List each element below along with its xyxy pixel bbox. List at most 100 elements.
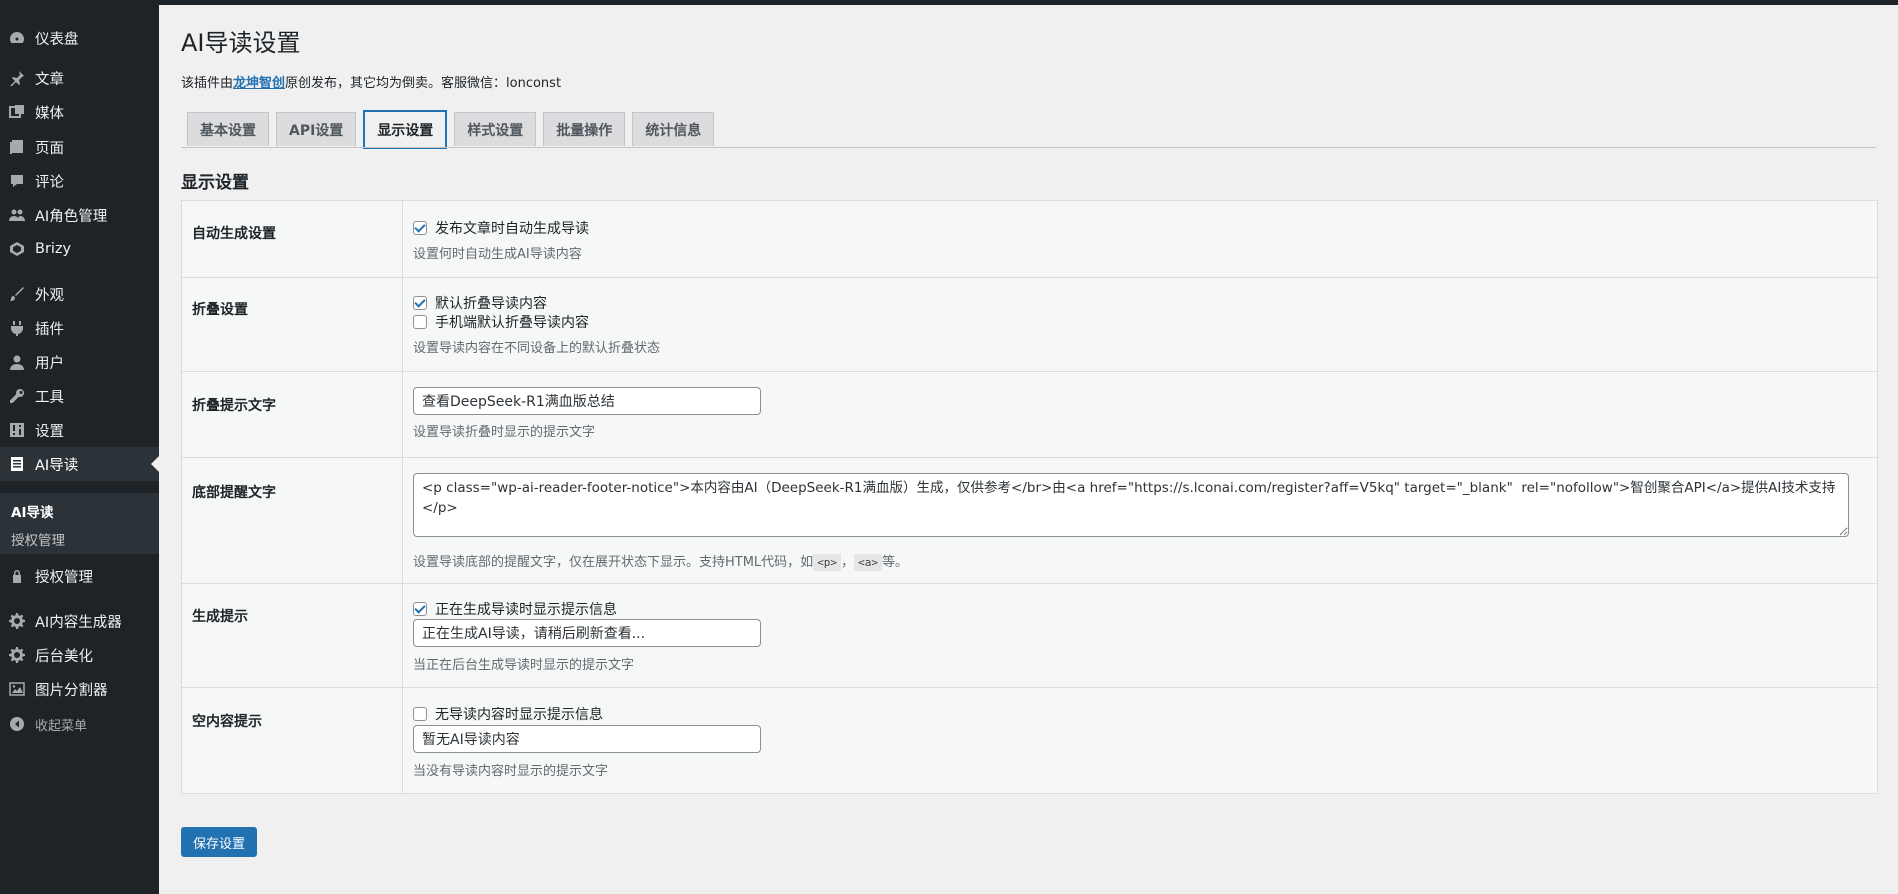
mobile-fold-checkbox-label: 手机端默认折叠导读内容 xyxy=(435,314,589,331)
tab-api-settings[interactable]: API设置 xyxy=(276,112,357,146)
menu-label: 外观 xyxy=(35,287,64,304)
fold-text-desc: 设置导读折叠时显示的提示文字 xyxy=(413,425,596,440)
menu-label: 媒体 xyxy=(35,105,64,122)
auto-generate-checkbox[interactable] xyxy=(413,220,427,235)
menu-ai-content-generator[interactable]: AI内容生成器 xyxy=(0,604,159,638)
generating-tip-desc: 当正在后台生成导读时显示的提示文字 xyxy=(413,658,635,673)
generating-tip-input[interactable] xyxy=(413,619,761,647)
menu-label: 后台美化 xyxy=(35,648,93,665)
footer-text-cell: <p class="wp-ai-reader-footer-notice">本内… xyxy=(413,473,1849,571)
auto-generate-label: 自动生成设置 xyxy=(192,226,276,242)
menu-pages[interactable]: 页面 xyxy=(0,130,159,164)
tab-display-settings[interactable]: 显示设置 xyxy=(363,110,448,149)
menu-label: 工具 xyxy=(35,389,64,406)
generating-tip-checkbox[interactable] xyxy=(413,601,427,616)
empty-tip-input[interactable] xyxy=(413,725,761,753)
section-title: 显示设置 xyxy=(181,173,249,193)
intro-suffix: 原创发布，其它均为倒卖。客服微信：lonconst xyxy=(285,76,562,91)
menu-comments[interactable]: 评论 xyxy=(0,164,159,198)
menu-label: 仪表盘 xyxy=(35,31,79,48)
fold-settings-label: 折叠设置 xyxy=(192,302,248,318)
menu-appearance[interactable]: 外观 xyxy=(0,277,159,311)
empty-tip-label: 空内容提示 xyxy=(192,714,262,730)
menu-collapse[interactable]: 收起菜单 xyxy=(0,707,159,741)
auto-generate-option[interactable]: 发布文章时自动生成导读 xyxy=(413,218,589,237)
menu-ai-roles[interactable]: AI角色管理 xyxy=(0,198,159,232)
menu-label: AI内容生成器 xyxy=(35,614,122,631)
tab-style-settings[interactable]: 样式设置 xyxy=(454,112,537,146)
menu-license[interactable]: 授权管理 xyxy=(0,559,159,593)
menu-settings[interactable]: 设置 xyxy=(0,413,159,447)
default-fold-option[interactable]: 默认折叠导读内容 xyxy=(413,293,660,312)
row-divider xyxy=(182,277,1877,278)
menu-posts[interactable]: 文章 xyxy=(0,61,159,95)
tab-basic-settings[interactable]: 基本设置 xyxy=(187,112,269,146)
menu-label: 评论 xyxy=(35,174,64,191)
footer-desc-separator: ， xyxy=(841,555,855,570)
settings-tabs: 基本设置 API设置 显示设置 样式设置 批量操作 统计信息 xyxy=(187,110,721,149)
generating-tip-cell: 正在生成导读时显示提示信息 当正在后台生成导读时显示的提示文字 xyxy=(413,599,761,673)
brizy-icon xyxy=(7,239,27,259)
tabs-divider xyxy=(181,147,1876,148)
settings-icon xyxy=(7,420,27,440)
generating-tip-label: 生成提示 xyxy=(192,609,248,625)
footer-text-textarea[interactable]: <p class="wp-ai-reader-footer-notice">本内… xyxy=(413,473,1849,537)
menu-media[interactable]: 媒体 xyxy=(0,95,159,129)
wrench-icon xyxy=(7,386,27,406)
page-icon xyxy=(7,137,27,157)
menu-image-splitter[interactable]: 图片分割器 xyxy=(0,672,159,706)
auto-generate-desc: 设置何时自动生成AI导读内容 xyxy=(413,247,582,262)
fold-text-input[interactable] xyxy=(413,387,761,415)
gear-icon xyxy=(7,645,27,665)
fold-settings-desc: 设置导读内容在不同设备上的默认折叠状态 xyxy=(413,341,661,356)
menu-label: Brizy xyxy=(35,241,72,257)
comment-icon xyxy=(7,171,27,191)
document-icon xyxy=(7,454,27,474)
menu-dashboard[interactable]: 仪表盘 xyxy=(0,21,159,55)
menu-label: 收起菜单 xyxy=(35,718,88,734)
menu-label: AI导读 xyxy=(35,457,79,474)
generating-tip-option[interactable]: 正在生成导读时显示提示信息 xyxy=(413,599,761,618)
author-link[interactable]: 龙坤智创 xyxy=(233,76,285,91)
ai-reader-submenu: AI导读 授权管理 xyxy=(0,493,159,554)
menu-tools[interactable]: 工具 xyxy=(0,379,159,413)
row-divider xyxy=(182,457,1877,458)
footer-desc-text: 设置导读底部的提醒文字，仅在展开状态下显示。支持HTML代码，如 xyxy=(413,555,814,570)
menu-label: 文章 xyxy=(35,71,64,88)
generating-tip-checkbox-label: 正在生成导读时显示提示信息 xyxy=(435,601,617,618)
empty-tip-cell: 无导读内容时显示提示信息 当没有导读内容时显示的提示文字 xyxy=(413,704,761,779)
menu-plugins[interactable]: 插件 xyxy=(0,311,159,345)
default-fold-checkbox[interactable] xyxy=(413,295,427,310)
save-settings-button[interactable]: 保存设置 xyxy=(181,827,258,857)
default-fold-checkbox-label: 默认折叠导读内容 xyxy=(435,295,547,312)
empty-tip-desc: 当没有导读内容时显示的提示文字 xyxy=(413,764,609,779)
main-content: AI导读设置 该插件由龙坤智创原创发布，其它均为倒卖。客服微信：lonconst… xyxy=(181,5,1878,894)
auto-generate-checkbox-label: 发布文章时自动生成导读 xyxy=(435,220,589,237)
menu-label: 设置 xyxy=(35,423,64,440)
tab-statistics[interactable]: 统计信息 xyxy=(632,112,715,146)
row-divider xyxy=(182,687,1877,688)
brush-icon xyxy=(7,284,27,304)
intro-prefix: 该插件由 xyxy=(181,76,234,91)
mobile-fold-option[interactable]: 手机端默认折叠导读内容 xyxy=(413,312,660,331)
menu-ai-reader[interactable]: AI导读 xyxy=(0,447,159,481)
auto-generate-cell: 发布文章时自动生成导读 设置何时自动生成AI导读内容 xyxy=(413,218,589,262)
empty-tip-checkbox[interactable] xyxy=(413,706,427,721)
menu-admin-beautify[interactable]: 后台美化 xyxy=(0,638,159,672)
menu-label: 图片分割器 xyxy=(35,682,108,699)
collapse-icon xyxy=(7,714,27,734)
mobile-fold-checkbox[interactable] xyxy=(413,314,427,329)
media-icon xyxy=(7,102,27,122)
empty-tip-option[interactable]: 无导读内容时显示提示信息 xyxy=(413,704,761,723)
submenu-ai-reader[interactable]: AI导读 xyxy=(11,501,53,521)
submenu-license[interactable]: 授权管理 xyxy=(11,529,65,549)
user-icon xyxy=(7,352,27,372)
users-group-icon xyxy=(7,205,27,225)
admin-sidebar: 仪表盘 文章 媒体 页面 评论 AI角色管理 Brizy 外观 插件 用户 工具 xyxy=(0,5,159,894)
menu-users[interactable]: 用户 xyxy=(0,345,159,379)
menu-label: 页面 xyxy=(35,140,64,157)
tab-batch-operations[interactable]: 批量操作 xyxy=(543,112,626,146)
dashboard-icon xyxy=(7,28,27,48)
plugin-icon xyxy=(7,318,27,338)
menu-brizy[interactable]: Brizy xyxy=(0,232,159,266)
